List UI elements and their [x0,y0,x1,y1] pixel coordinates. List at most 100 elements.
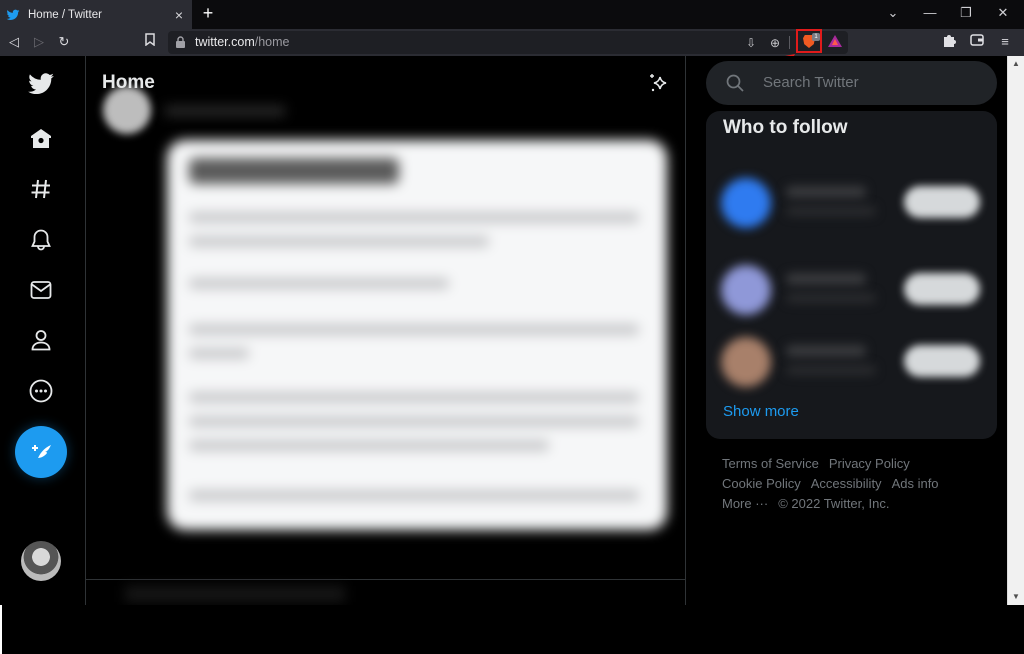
bottom-left-edge [0,605,2,654]
cookie-link[interactable]: Cookie Policy [722,476,801,491]
home-icon [31,129,51,148]
url-text: twitter.com/home [195,35,290,49]
follow-suggestion[interactable] [706,327,997,397]
follow-button[interactable] [904,186,980,218]
top-tweets-button[interactable] [648,72,670,94]
puzzle-icon [944,35,956,47]
profile-icon [31,330,51,351]
nav-home[interactable] [27,125,55,153]
feather-plus-icon [32,445,51,461]
suggestion-avatar [721,178,771,228]
hashtag-icon [31,179,50,199]
next-tweet-blurred [125,586,345,602]
blurred-line [189,212,639,223]
follow-button[interactable] [904,273,980,305]
scroll-thumb[interactable] [1011,74,1021,584]
extensions-button[interactable] [940,33,958,51]
url-path: /home [254,35,290,49]
twitter-page: Home Search Twitter Who to follow Show m… [0,56,1007,605]
follow-button[interactable] [904,345,980,377]
tweet-author-name-blurred [165,106,285,116]
more-link[interactable]: More ··· [722,496,768,511]
twitter-bird-icon [28,73,54,95]
blurred-line [189,324,639,335]
ads-info-link[interactable]: Ads info [892,476,939,491]
follow-suggestion[interactable] [706,168,997,238]
tab-title: Home / Twitter [28,8,102,21]
close-window-button[interactable]: ✕ [993,5,1013,21]
suggestion-name-blurred [786,186,866,198]
search-box[interactable]: Search Twitter [706,61,997,105]
url-separator [789,36,790,49]
back-button[interactable]: ◁ [5,33,23,51]
bookmark-button[interactable] [141,33,159,51]
blurred-heading [189,158,399,184]
wallet-button[interactable] [968,33,986,51]
blurred-line [189,348,249,359]
sparkle-icon [650,74,667,92]
who-to-follow-panel: Who to follow Show more [706,111,997,439]
privacy-link[interactable]: Privacy Policy [829,456,910,471]
blurred-line [189,278,449,289]
right-sidebar: Search Twitter Who to follow Show more T… [706,56,998,605]
tweet-divider [85,579,685,580]
zoom-icon[interactable]: ⊕ [766,34,784,52]
nav-notifications[interactable] [27,226,55,254]
tab-strip: Home / Twitter × + ⌄ — ❐ ✕ [0,0,1024,29]
brave-rewards-icon[interactable] [828,35,842,47]
blurred-line [189,392,639,403]
forward-button[interactable]: ▷ [30,33,48,51]
bookmark-icon [145,33,155,47]
suggestion-handle-blurred [786,293,876,303]
page-title: Home [102,72,155,93]
main-right-border [685,56,686,605]
lock-icon [176,36,185,48]
suggestion-avatar [721,265,771,315]
nav-more[interactable] [27,377,55,405]
tweet-image-blurred[interactable] [167,140,667,530]
reload-button[interactable]: ↻ [55,33,73,51]
sidebar-footer: Terms of Service Privacy Policy Cookie Po… [722,454,992,514]
main-menu-button[interactable]: ≡ [996,33,1014,51]
suggestion-name-blurred [786,273,866,285]
mail-icon [30,281,52,299]
scroll-up-arrow-icon[interactable]: ▲ [1008,56,1024,72]
more-circle-icon [29,379,53,403]
nav-messages[interactable] [27,276,55,304]
wallet-icon [970,34,984,46]
restore-button[interactable]: ❐ [956,5,976,21]
search-icon [726,74,744,92]
nav-explore[interactable] [27,175,55,203]
bell-icon [31,229,51,251]
scroll-down-arrow-icon[interactable]: ▼ [1008,589,1024,605]
accessibility-link[interactable]: Accessibility [811,476,882,491]
new-tab-button[interactable]: + [199,3,217,24]
tab-home-twitter[interactable]: Home / Twitter × [0,0,192,29]
follow-suggestion[interactable] [706,255,997,325]
copyright: © 2022 Twitter, Inc. [778,496,890,511]
nav-profile[interactable] [27,326,55,354]
twitter-favicon-icon [6,8,20,22]
screen: Home / Twitter × + ⌄ — ❐ ✕ ◁ ▷ ↻ twitter… [0,0,1024,654]
brave-shields-button[interactable]: 1 [796,29,822,53]
show-more-link[interactable]: Show more [723,403,799,420]
page-scrollbar[interactable]: ▲ ▼ [1007,56,1024,605]
tab-close-icon[interactable]: × [170,7,188,23]
nav-twitter-logo[interactable] [27,70,55,98]
account-avatar[interactable] [21,541,61,581]
left-navigation [0,56,84,605]
search-placeholder: Search Twitter [763,74,859,91]
main-timeline: Home [85,56,685,605]
compose-tweet-button[interactable] [15,426,67,478]
terms-link[interactable]: Terms of Service [722,456,819,471]
address-bar[interactable]: twitter.com/home ⇩ ⊕ [168,31,848,54]
bottom-area [0,605,1024,654]
blurred-line [189,416,639,427]
tab-search-icon[interactable]: ⌄ [883,5,903,21]
suggestion-avatar [721,337,771,387]
suggestion-handle-blurred [786,206,876,216]
minimize-button[interactable]: — [920,5,940,20]
install-app-icon[interactable]: ⇩ [742,34,760,52]
url-host: twitter.com [195,35,255,49]
suggestion-handle-blurred [786,365,876,375]
